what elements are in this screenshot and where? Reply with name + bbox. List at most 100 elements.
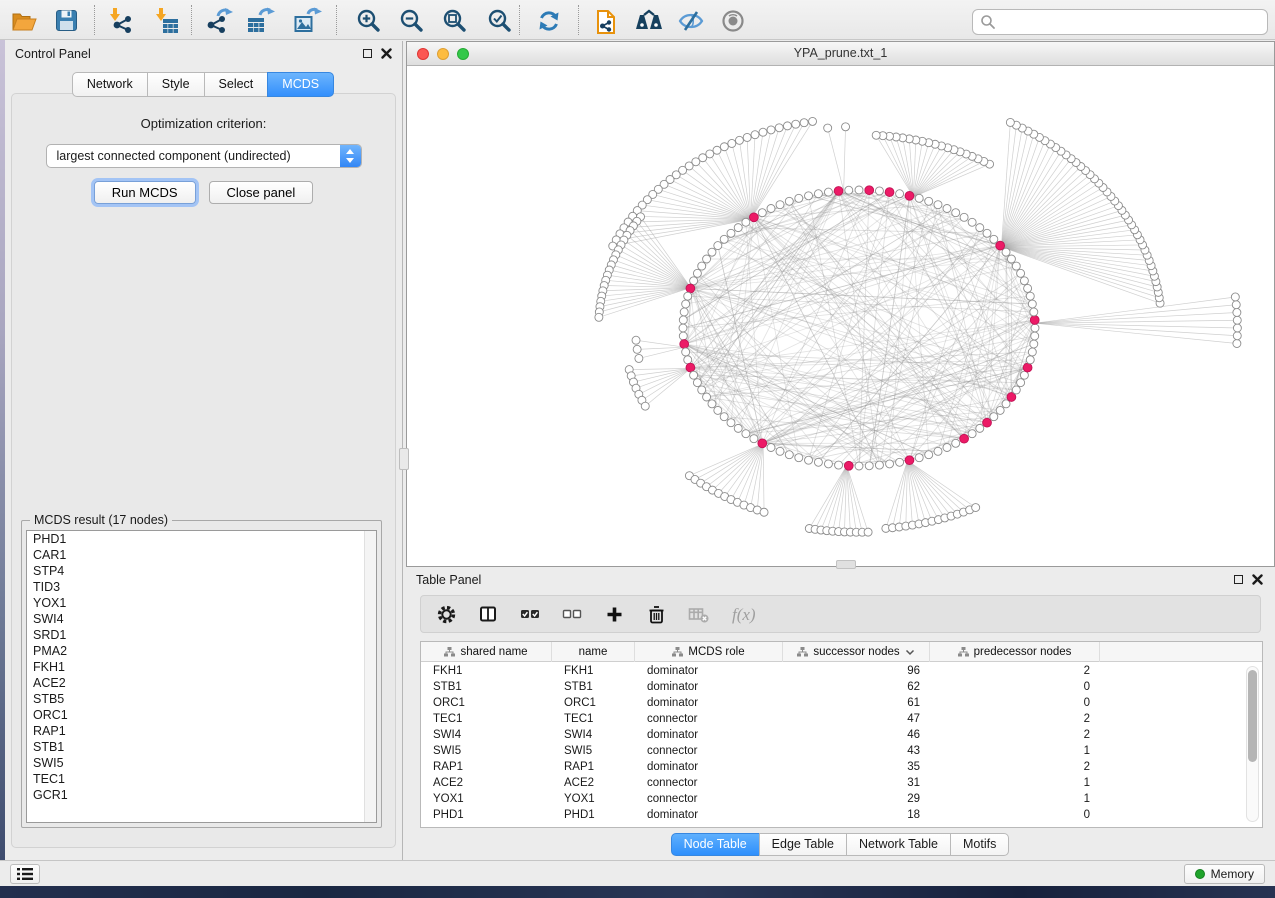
result-node-item[interactable]: YOX1 <box>27 595 376 611</box>
task-history-button[interactable] <box>10 864 40 884</box>
cell-predecessor-nodes[interactable]: 2 <box>930 665 1100 677</box>
cell-predecessor-nodes[interactable]: 1 <box>930 745 1100 757</box>
cell-predecessor-nodes[interactable]: 2 <box>930 713 1100 725</box>
column-header-MCDS-role[interactable]: MCDS role <box>635 642 783 662</box>
result-node-item[interactable]: STP4 <box>27 563 376 579</box>
column-header-predecessor-nodes[interactable]: predecessor nodes <box>930 642 1100 662</box>
result-node-item[interactable]: TID3 <box>27 579 376 595</box>
cell-shared-name[interactable]: PHD1 <box>421 809 552 821</box>
table-scrollbar-thumb[interactable] <box>1248 670 1257 762</box>
result-node-item[interactable]: STB5 <box>27 691 376 707</box>
column-header-name[interactable]: name <box>552 642 635 662</box>
result-node-item[interactable]: PHD1 <box>27 531 376 547</box>
cell-predecessor-nodes[interactable]: 0 <box>930 681 1100 693</box>
tab-mcds[interactable]: MCDS <box>267 72 334 97</box>
cell-shared-name[interactable]: STB1 <box>421 681 552 693</box>
cell-predecessor-nodes[interactable]: 0 <box>930 697 1100 709</box>
cell-MCDS-role[interactable]: dominator <box>635 665 783 677</box>
search-objects-icon[interactable] <box>635 7 663 34</box>
cell-name[interactable]: ORC1 <box>552 697 635 709</box>
result-node-item[interactable]: FKH1 <box>27 659 376 675</box>
cell-successor-nodes[interactable]: 61 <box>783 697 930 709</box>
memory-button[interactable]: Memory <box>1184 864 1265 884</box>
network-canvas[interactable] <box>407 66 1274 566</box>
deselect-all-icon[interactable] <box>561 603 583 625</box>
table-row[interactable]: ORC1ORC1dominator610 <box>421 695 1262 711</box>
run-mcds-button[interactable]: Run MCDS <box>94 181 196 204</box>
table-row[interactable]: SWI4SWI4dominator462 <box>421 727 1262 743</box>
export-image-icon[interactable] <box>294 7 322 34</box>
float-table-panel-icon[interactable] <box>1234 575 1243 584</box>
result-node-item[interactable]: CAR1 <box>27 547 376 563</box>
table-settings-icon[interactable] <box>435 603 457 625</box>
tab-network-table[interactable]: Network Table <box>846 833 951 856</box>
add-column-icon[interactable] <box>603 603 625 625</box>
cell-name[interactable]: TEC1 <box>552 713 635 725</box>
cell-predecessor-nodes[interactable]: 2 <box>930 729 1100 741</box>
import-network-icon[interactable] <box>106 7 134 34</box>
cell-successor-nodes[interactable]: 29 <box>783 793 930 805</box>
table-row[interactable]: RAP1RAP1dominator352 <box>421 759 1262 775</box>
table-row[interactable]: YOX1YOX1connector291 <box>421 791 1262 807</box>
cell-shared-name[interactable]: SWI5 <box>421 745 552 757</box>
close-panel-icon[interactable] <box>381 48 392 59</box>
cell-MCDS-role[interactable]: connector <box>635 745 783 757</box>
hide-graphics-details-icon[interactable] <box>677 7 705 34</box>
network-graph[interactable] <box>407 66 1274 566</box>
cell-name[interactable]: RAP1 <box>552 761 635 773</box>
zoom-in-icon[interactable] <box>355 7 383 34</box>
result-node-item[interactable]: STB1 <box>27 739 376 755</box>
cell-shared-name[interactable]: SWI4 <box>421 729 552 741</box>
close-panel-button[interactable]: Close panel <box>209 181 314 204</box>
cell-name[interactable]: SWI5 <box>552 745 635 757</box>
result-node-item[interactable]: SWI4 <box>27 611 376 627</box>
result-node-item[interactable]: SRD1 <box>27 627 376 643</box>
export-network-icon[interactable] <box>206 7 234 34</box>
table-row[interactable]: SWI5SWI5connector431 <box>421 743 1262 759</box>
cell-name[interactable]: YOX1 <box>552 793 635 805</box>
float-panel-icon[interactable] <box>363 49 372 58</box>
column-header-shared-name[interactable]: shared name <box>421 642 552 662</box>
cell-MCDS-role[interactable]: connector <box>635 793 783 805</box>
result-list-scrollbar[interactable] <box>364 531 376 822</box>
save-session-icon[interactable] <box>52 7 80 34</box>
refresh-icon[interactable] <box>535 7 563 34</box>
network-window-titlebar[interactable]: YPA_prune.txt_1 <box>407 42 1274 66</box>
cell-MCDS-role[interactable]: connector <box>635 777 783 789</box>
tab-motifs[interactable]: Motifs <box>950 833 1009 856</box>
cell-name[interactable]: ACE2 <box>552 777 635 789</box>
result-node-item[interactable]: SWI5 <box>27 755 376 771</box>
cell-successor-nodes[interactable]: 43 <box>783 745 930 757</box>
cell-shared-name[interactable]: FKH1 <box>421 665 552 677</box>
tab-edge-table[interactable]: Edge Table <box>759 833 847 856</box>
cell-successor-nodes[interactable]: 18 <box>783 809 930 821</box>
result-node-item[interactable]: GCR1 <box>27 787 376 803</box>
result-node-item[interactable]: ACE2 <box>27 675 376 691</box>
cell-MCDS-role[interactable]: dominator <box>635 761 783 773</box>
cell-name[interactable]: STB1 <box>552 681 635 693</box>
cell-successor-nodes[interactable]: 46 <box>783 729 930 741</box>
result-node-item[interactable]: TEC1 <box>27 771 376 787</box>
open-file-icon[interactable] <box>10 7 38 34</box>
cell-predecessor-nodes[interactable]: 1 <box>930 793 1100 805</box>
tab-select[interactable]: Select <box>204 72 269 97</box>
network-file-icon[interactable] <box>590 7 618 34</box>
tab-style[interactable]: Style <box>147 72 205 97</box>
cell-predecessor-nodes[interactable]: 0 <box>930 809 1100 821</box>
cell-MCDS-role[interactable]: dominator <box>635 681 783 693</box>
mcds-result-list[interactable]: PHD1CAR1STP4TID3YOX1SWI4SRD1PMA2FKH1ACE2… <box>26 530 377 823</box>
table-row[interactable]: FKH1FKH1dominator962 <box>421 663 1262 679</box>
toolbar-search[interactable] <box>972 9 1268 35</box>
cell-name[interactable]: FKH1 <box>552 665 635 677</box>
zoom-selected-icon[interactable] <box>486 7 514 34</box>
cell-MCDS-role[interactable]: dominator <box>635 809 783 821</box>
table-row[interactable]: TEC1TEC1connector472 <box>421 711 1262 727</box>
cell-predecessor-nodes[interactable]: 1 <box>930 777 1100 789</box>
table-scrollbar[interactable] <box>1246 666 1259 822</box>
tab-node-table[interactable]: Node Table <box>671 833 760 856</box>
cell-successor-nodes[interactable]: 96 <box>783 665 930 677</box>
export-table-icon[interactable] <box>247 7 275 34</box>
cell-shared-name[interactable]: YOX1 <box>421 793 552 805</box>
zoom-out-icon[interactable] <box>398 7 426 34</box>
zoom-fit-icon[interactable] <box>441 7 469 34</box>
